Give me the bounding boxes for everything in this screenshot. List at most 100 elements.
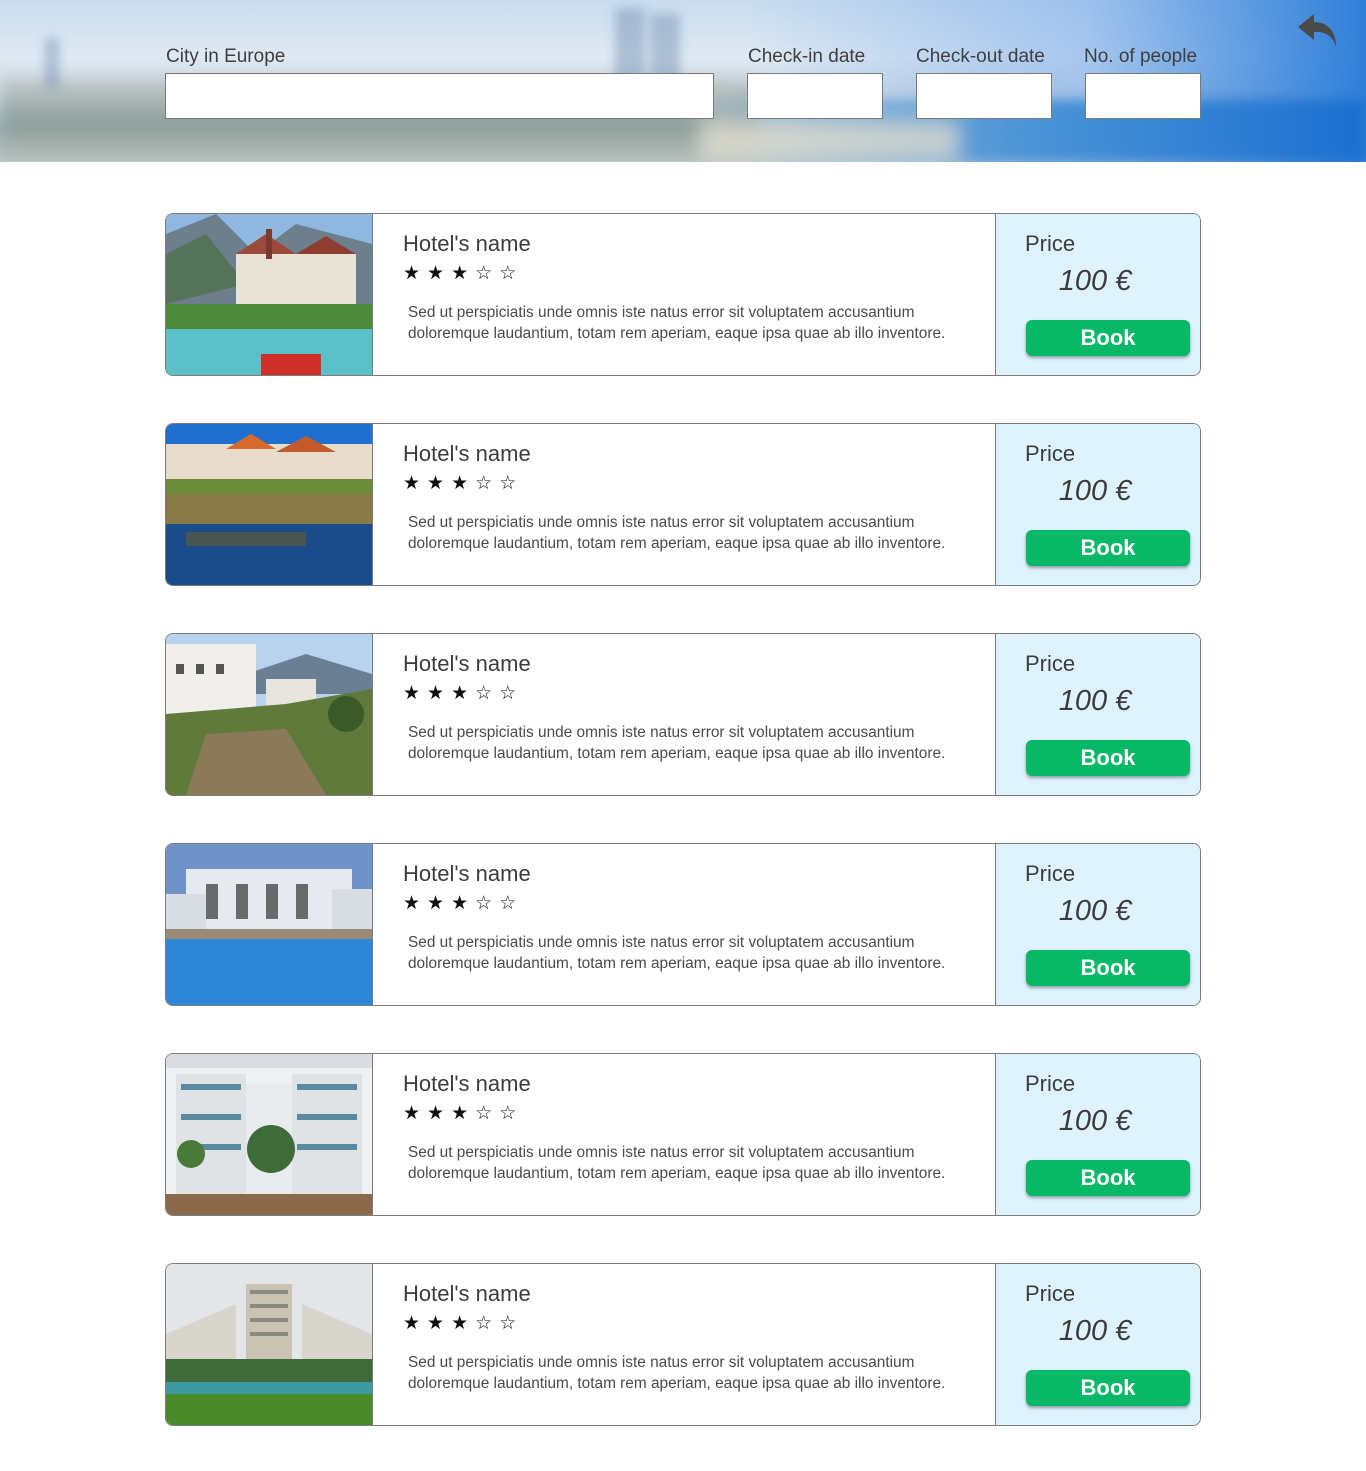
star-filled-icon: ★ [403, 682, 421, 704]
star-empty-icon: ☆ [499, 472, 517, 494]
star-filled-icon: ★ [403, 1312, 421, 1334]
price-value: 100 € [1058, 265, 1132, 297]
price-panel: Price 100 € Book [995, 1054, 1200, 1215]
hotel-name: Hotel's name [403, 441, 531, 466]
riverside-houses-photo [166, 424, 372, 585]
cliffside-village-photo [166, 634, 372, 795]
hero-background-beach [700, 120, 960, 162]
hotel-name: Hotel's name [403, 231, 531, 256]
checkout-date-input[interactable] [916, 73, 1052, 119]
star-rating: ★ ★ ★ ☆ ☆ [403, 682, 516, 704]
hotel-card: Hotel's name ★ ★ ★ ☆ ☆ Sed ut perspiciatis u… [165, 423, 1201, 586]
star-filled-icon: ★ [451, 892, 469, 914]
book-button[interactable]: Book [1026, 1370, 1190, 1406]
price-panel: Price 100 € Book [995, 424, 1200, 585]
city-label: City in Europe [166, 46, 286, 67]
book-button[interactable]: Book [1026, 950, 1190, 986]
star-filled-icon: ★ [427, 682, 445, 704]
checkout-label: Check-out date [916, 46, 1045, 67]
checkin-date-input[interactable] [747, 73, 883, 119]
hotel-courtyard-photo [166, 1054, 372, 1215]
people-count-input[interactable] [1085, 73, 1201, 119]
hotel-info: Hotel's name ★ ★ ★ ☆ ☆ Sed ut perspiciatis u… [373, 1264, 995, 1425]
star-empty-icon: ☆ [475, 1102, 493, 1124]
star-filled-icon: ★ [427, 1102, 445, 1124]
price-value: 100 € [1058, 895, 1132, 927]
star-empty-icon: ☆ [475, 892, 493, 914]
book-button[interactable]: Book [1026, 320, 1190, 356]
price-panel: Price 100 € Book [995, 1264, 1200, 1425]
hotel-name: Hotel's name [403, 651, 531, 676]
hotel-description: Sed ut perspiciatis unde omnis iste natu… [408, 934, 946, 972]
star-empty-icon: ☆ [475, 1312, 493, 1334]
book-button[interactable]: Book [1026, 740, 1190, 776]
checkin-label: Check-in date [748, 46, 866, 67]
hotel-info: Hotel's name ★ ★ ★ ☆ ☆ Sed ut perspiciatis u… [373, 214, 995, 375]
price-value: 100 € [1058, 475, 1132, 507]
star-empty-icon: ☆ [499, 1312, 517, 1334]
hotel-card: Hotel's name ★ ★ ★ ☆ ☆ Sed ut perspiciatis u… [165, 1263, 1201, 1426]
hotel-info: Hotel's name ★ ★ ★ ☆ ☆ Sed ut perspiciatis u… [373, 1054, 995, 1215]
star-empty-icon: ☆ [499, 682, 517, 704]
price-label: Price [1025, 1281, 1076, 1306]
star-empty-icon: ☆ [475, 682, 493, 704]
star-empty-icon: ☆ [499, 1102, 517, 1124]
search-header: City in Europe Check-in date Check-out d… [0, 0, 1366, 162]
hotel-description: Sed ut perspiciatis unde omnis iste natu… [408, 1144, 946, 1182]
star-filled-icon: ★ [451, 682, 469, 704]
price-panel: Price 100 € Book [995, 634, 1200, 795]
star-rating: ★ ★ ★ ☆ ☆ [403, 472, 516, 494]
hotel-card: Hotel's name ★ ★ ★ ☆ ☆ Sed ut perspiciatis u… [165, 1053, 1201, 1216]
book-button[interactable]: Book [1026, 530, 1190, 566]
hotel-info: Hotel's name ★ ★ ★ ☆ ☆ Sed ut perspiciatis u… [373, 844, 995, 1005]
price-value: 100 € [1058, 1105, 1132, 1137]
hotel-name: Hotel's name [403, 1071, 531, 1096]
city-input[interactable] [165, 73, 714, 119]
hotel-card: Hotel's name ★ ★ ★ ☆ ☆ Sed ut perspiciatis u… [165, 213, 1201, 376]
price-label: Price [1025, 1071, 1076, 1096]
hotel-photo [166, 634, 373, 795]
price-panel: Price 100 € Book [995, 844, 1200, 1005]
book-button[interactable]: Book [1026, 1160, 1190, 1196]
price-label: Price [1025, 651, 1076, 676]
resort-tower-photo [166, 1264, 372, 1425]
star-rating: ★ ★ ★ ☆ ☆ [403, 262, 516, 284]
price-value: 100 € [1058, 1315, 1132, 1347]
hotel-description: Sed ut perspiciatis unde omnis iste natu… [408, 304, 946, 342]
star-filled-icon: ★ [451, 1102, 469, 1124]
star-rating: ★ ★ ★ ☆ ☆ [403, 1102, 516, 1124]
star-filled-icon: ★ [427, 262, 445, 284]
star-filled-icon: ★ [451, 1312, 469, 1334]
hotel-pool-photo [166, 844, 372, 1005]
price-label: Price [1025, 441, 1076, 466]
hotel-description: Sed ut perspiciatis unde omnis iste natu… [408, 724, 946, 762]
undo-arrow-icon [1298, 14, 1336, 46]
star-empty-icon: ☆ [499, 262, 517, 284]
star-filled-icon: ★ [451, 262, 469, 284]
lakeside-town-photo [166, 214, 372, 375]
hotel-photo [166, 844, 373, 1005]
star-filled-icon: ★ [403, 1102, 421, 1124]
star-filled-icon: ★ [403, 262, 421, 284]
hotel-photo [166, 1264, 373, 1425]
hotel-photo [166, 1054, 373, 1215]
star-filled-icon: ★ [427, 892, 445, 914]
back-button[interactable] [1294, 10, 1342, 52]
hotel-photo [166, 424, 373, 585]
star-empty-icon: ☆ [475, 472, 493, 494]
price-value: 100 € [1058, 685, 1132, 717]
hotel-info: Hotel's name ★ ★ ★ ☆ ☆ Sed ut perspiciatis u… [373, 424, 995, 585]
star-filled-icon: ★ [451, 472, 469, 494]
hotel-card: Hotel's name ★ ★ ★ ☆ ☆ Sed ut perspiciatis u… [165, 843, 1201, 1006]
hotel-description: Sed ut perspiciatis unde omnis iste natu… [408, 1354, 946, 1392]
price-panel: Price 100 € Book [995, 214, 1200, 375]
star-filled-icon: ★ [427, 1312, 445, 1334]
people-label: No. of people [1084, 46, 1198, 67]
star-filled-icon: ★ [403, 892, 421, 914]
price-label: Price [1025, 231, 1076, 256]
star-rating: ★ ★ ★ ☆ ☆ [403, 892, 516, 914]
star-rating: ★ ★ ★ ☆ ☆ [403, 1312, 516, 1334]
star-filled-icon: ★ [427, 472, 445, 494]
hotel-card: Hotel's name ★ ★ ★ ☆ ☆ Sed ut perspiciatis u… [165, 633, 1201, 796]
hotel-photo [166, 214, 373, 375]
